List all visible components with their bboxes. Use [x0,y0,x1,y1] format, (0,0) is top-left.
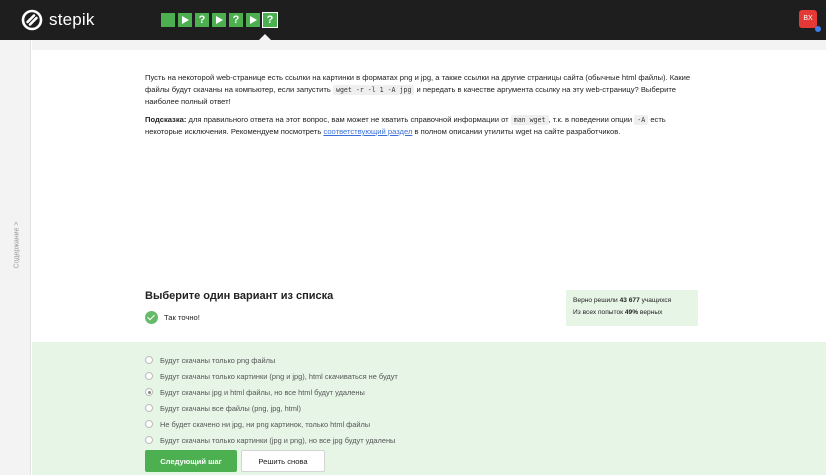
stepik-logo[interactable]: stepik [21,9,95,31]
code-option-a: -A [634,115,649,125]
hint-label: Подсказка: [145,115,187,124]
step-2-video[interactable] [178,13,192,27]
status-text: Так точно! [164,313,200,322]
hint-text-part: в полном описании утилиты wget на сайте … [414,127,621,136]
docs-section-link[interactable]: соответствующий раздел [323,127,412,136]
stats-text: Верно решили [573,297,618,304]
radio-button[interactable] [145,372,153,380]
code-wget-command: wget -r -l 1 -A jpg [332,85,415,95]
stats-text: учащихся [641,297,672,304]
radio-button-selected[interactable] [145,388,153,396]
question-paragraph: Пусть на некоторой web-странице есть ссы… [145,72,705,108]
stats-solved-line: Верно решили 43 677 учащихся [573,295,691,307]
option-label: Будут скачаны все файлы (png, jpg, html) [160,403,302,413]
stepik-logo-icon [21,9,43,31]
option-5[interactable]: Не будет скачено ни jpg, ни png картинок… [145,416,398,432]
next-step-button[interactable]: Следующий шаг [145,450,237,472]
sidebar-toggle-label[interactable]: Содержание > [14,222,21,269]
lesson-text: Пусть на некоторой web-странице есть ссы… [145,72,705,144]
quiz-title: Выберите один вариант из списка [145,290,334,302]
option-label: Будут скачаны jpg и html файлы, но все h… [160,387,365,397]
option-label: Будут скачаны только png файлы [160,355,276,365]
option-label: Не будет скачено ни jpg, ни png картинок… [160,419,371,429]
step-6-video[interactable] [246,13,260,27]
hint-text-part: для правильного ответа на этот вопрос, в… [188,115,509,124]
radio-button[interactable] [145,436,153,444]
check-circle-icon [145,311,158,324]
contents-sidebar[interactable]: Содержание > [0,40,31,475]
brand-name: stepik [49,10,95,29]
code-man-wget: man wget [510,115,549,125]
radio-button[interactable] [145,404,153,412]
options-list: Будут скачаны только png файлы Будут ска… [145,352,398,448]
top-bar: stepik ? ? ? BX [0,0,826,40]
stats-percent-line: Из всех попыток 49% верных [573,307,691,319]
step-7-quiz-current[interactable]: ? [262,12,278,28]
stats-text: Из всех попыток [573,309,624,316]
step-4-video[interactable] [212,13,226,27]
option-label: Будут скачаны только картинки (jpg и png… [160,435,396,445]
option-3[interactable]: Будут скачаны jpg и html файлы, но все h… [145,384,398,400]
stats-correct-percent: 49% [624,309,639,316]
quiz-stats: Верно решили 43 677 учащихся Из всех поп… [566,290,698,326]
user-avatar[interactable]: BX [799,10,817,28]
option-1[interactable]: Будут скачаны только png файлы [145,352,398,368]
quiz-status: Так точно! [145,311,200,324]
stats-text: верных [639,309,663,316]
stats-solved-count: 43 677 [619,297,640,304]
step-1[interactable] [161,13,175,27]
hint-text-part: , т.к. в поведении опции [548,115,633,124]
option-label: Будут скачаны только картинки (png и jpg… [160,371,398,381]
option-6[interactable]: Будут скачаны только картинки (jpg и png… [145,432,398,448]
step-navigation: ? ? ? [161,12,278,28]
step-3-quiz[interactable]: ? [195,13,209,27]
radio-button[interactable] [145,356,153,364]
top-strip [32,40,826,50]
step-5-quiz[interactable]: ? [229,13,243,27]
hint-paragraph: Подсказка: для правильного ответа на это… [145,114,705,138]
answers-panel: Будут скачаны только png файлы Будут ска… [32,342,826,475]
retry-button[interactable]: Решить снова [241,450,325,472]
radio-button[interactable] [145,420,153,428]
option-4[interactable]: Будут скачаны все файлы (png, jpg, html) [145,400,398,416]
notification-dot [815,26,821,32]
option-2[interactable]: Будут скачаны только картинки (png и jpg… [145,368,398,384]
